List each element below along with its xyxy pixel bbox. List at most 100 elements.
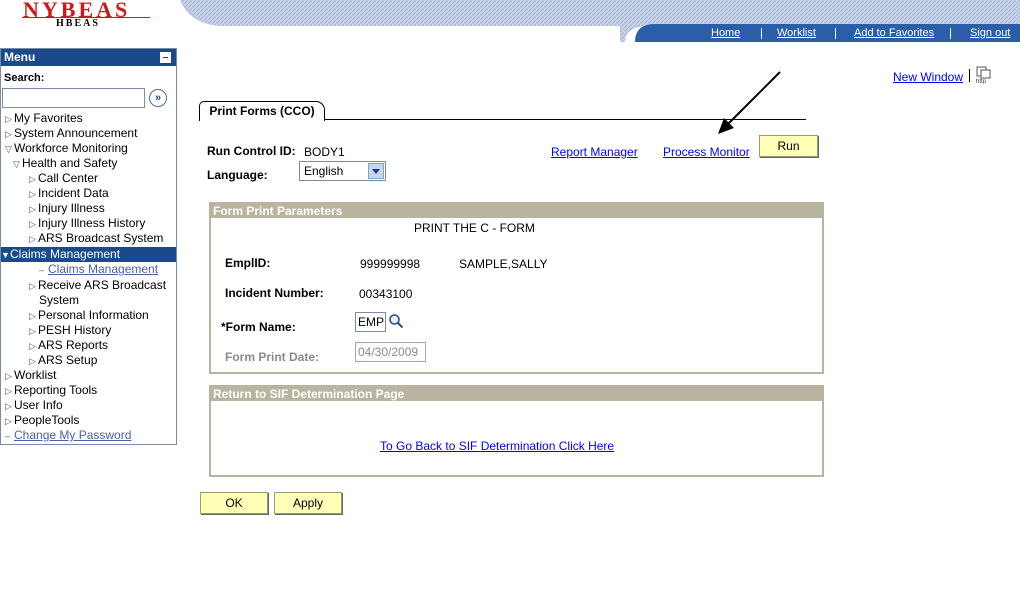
apply-button[interactable]: Apply [274, 492, 342, 514]
chevron-down-icon: ▼ [1, 250, 10, 260]
menu-item-label: Injury Illness History [38, 216, 146, 230]
new-window-link[interactable]: New Window [893, 70, 963, 84]
menu-item-label: Claims Management [10, 247, 121, 261]
language-value: English [304, 164, 344, 178]
return-sif-title: Return to SIF Determination Page [211, 387, 822, 401]
menu-item[interactable]: ▷ System Announcement [5, 126, 137, 141]
top-link-separator [761, 28, 762, 39]
search-label: Search: [4, 72, 45, 84]
add-to-favorites-link[interactable]: Add to Favorites [854, 27, 934, 39]
chevron-right-icon: ▷ [29, 204, 36, 214]
lookup-search-icon[interactable] [388, 313, 404, 329]
incident-number-value: 00343100 [359, 287, 413, 301]
menu-item[interactable]: ▽ Workforce Monitoring [5, 141, 128, 156]
menu-collapse-icon[interactable] [160, 52, 171, 63]
tab-print-forms[interactable]: Print Forms (CCO) [199, 101, 325, 121]
menu-item-label: User Info [14, 398, 63, 412]
menu-item[interactable]: ▼Claims Management [1, 247, 176, 262]
menu-item[interactable]: ▷ Reporting Tools [5, 383, 97, 398]
menu-item[interactable]: ▽ Health and Safety [13, 156, 117, 171]
chevron-right-icon: ▷ [29, 189, 36, 199]
menu-item-label: Receive ARS Broadcast [38, 278, 167, 292]
chevron-down-icon: ▽ [13, 159, 20, 169]
menu-item[interactable]: ▷ Personal Information [29, 308, 149, 323]
menu-item-label: My Favorites [14, 111, 83, 125]
menu-item-label: Injury Illness [38, 201, 105, 215]
sign-out-link[interactable]: Sign out [970, 27, 1010, 39]
dash-icon: – [39, 265, 45, 275]
menu-item-label: Workforce Monitoring [14, 141, 128, 155]
menu-item-label: Incident Data [38, 186, 109, 200]
menu-item-label: ARS Broadcast System [38, 231, 164, 245]
ok-button[interactable]: OK [200, 492, 268, 514]
emplid-value: 999999998 [360, 257, 421, 271]
top-link-separator [835, 28, 836, 39]
menu-item[interactable]: ▷ My Favorites [5, 111, 83, 126]
menu-item-label: ARS Reports [38, 338, 109, 352]
incident-number-label: Incident Number: [225, 286, 324, 300]
employee-name-value: SAMPLE,SALLY [459, 257, 548, 271]
chevron-right-icon: ▷ [29, 174, 36, 184]
menu-item[interactable]: ▷ Injury Illness History [29, 216, 145, 231]
menu-item-label: Call Center [38, 171, 99, 185]
menu-header: Menu [1, 49, 176, 66]
run-control-value: BODY1 [304, 145, 345, 159]
page: NYBEAS HBEAS Home Worklist Add to Favori… [0, 0, 1020, 589]
chevron-right-icon: ▷ [29, 219, 36, 229]
search-go-icon[interactable]: » [149, 89, 167, 107]
process-monitor-link[interactable]: Process Monitor [663, 145, 750, 159]
menu-item[interactable]: ▷ Injury Illness [29, 201, 105, 216]
return-sif-group: Return to SIF Determination Page [209, 385, 824, 477]
return-sif-link[interactable]: To Go Back to SIF Determination Click He… [380, 439, 614, 453]
chevron-right-icon: ▷ [29, 341, 36, 351]
chevron-right-icon: ▷ [5, 129, 12, 139]
menu-item[interactable]: ▷ PeopleTools [5, 413, 79, 428]
menu-item-label: PeopleTools [14, 413, 80, 427]
menu-item-label: ARS Setup [38, 353, 98, 367]
top-link-separator [950, 28, 951, 39]
chevron-right-icon: ▷ [5, 371, 12, 381]
menu-title: Menu [4, 50, 36, 64]
nybeas-logo: NYBEAS HBEAS [18, 0, 153, 32]
form-print-date-label: Form Print Date: [225, 350, 320, 364]
menu-search-input[interactable] [2, 88, 145, 108]
home-link[interactable]: Home [711, 27, 740, 39]
menu-item[interactable]: ▷ Call Center [29, 171, 98, 186]
chevron-right-icon: ▷ [29, 356, 36, 366]
form-heading: PRINT THE C - FORM [414, 221, 535, 235]
menu-item-label: PESH History [38, 323, 112, 337]
form-name-input[interactable]: EMP [355, 312, 386, 332]
annotation-arrow [718, 71, 781, 134]
menu-item[interactable]: ▷ Receive ARS Broadcast [29, 278, 166, 293]
chevron-right-icon: ▷ [29, 326, 36, 336]
language-select[interactable]: English [299, 161, 386, 181]
menu-item[interactable]: ▷ ARS Broadcast System [29, 231, 163, 246]
chevron-right-icon: ▷ [29, 281, 36, 291]
new-window-separator [969, 69, 970, 82]
menu-item-label: Reporting Tools [14, 383, 98, 397]
menu-item-label: Change My Password [14, 428, 132, 442]
chevron-right-icon: ▷ [5, 386, 12, 396]
worklist-link[interactable]: Worklist [777, 27, 816, 39]
menu-item-label: System [39, 293, 80, 307]
menu-item[interactable]: System [39, 293, 79, 308]
menu-item-label: System Announcement [14, 126, 138, 140]
dash-icon: – [5, 431, 11, 441]
menu-item[interactable]: – Change My Password [5, 428, 131, 443]
chevron-down-icon[interactable] [368, 163, 384, 179]
menu-item[interactable]: – Claims Management [39, 262, 158, 277]
top-links: Home Worklist Add to Favorites Sign out [700, 27, 1020, 41]
menu-item[interactable]: ▷ Worklist [5, 368, 56, 383]
menu-item[interactable]: ▷ ARS Reports [29, 338, 108, 353]
menu-item[interactable]: ▷ PESH History [29, 323, 111, 338]
form-print-date-input: 04/30/2009 [355, 342, 426, 362]
menu-panel: Menu Search: » ▷ My Favorites ▷ System Anno… [0, 48, 177, 445]
menu-item[interactable]: ▷ User Info [5, 398, 63, 413]
menu-item[interactable]: ▷ Incident Data [29, 186, 109, 201]
menu-item-label: Personal Information [38, 308, 149, 322]
chevron-right-icon: ▷ [5, 416, 12, 426]
report-manager-link[interactable]: Report Manager [551, 145, 638, 159]
menu-item[interactable]: ▷ ARS Setup [29, 353, 97, 368]
http-icon[interactable]: http [975, 66, 993, 84]
run-control-label: Run Control ID: [207, 144, 296, 158]
